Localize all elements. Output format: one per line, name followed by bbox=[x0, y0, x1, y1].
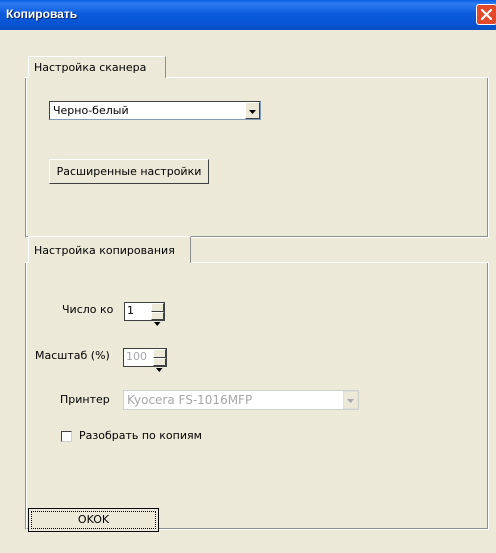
ok-button[interactable]: OKOK bbox=[28, 508, 159, 532]
copies-decrement-button[interactable] bbox=[151, 311, 164, 326]
color-mode-value: Черно-белый bbox=[53, 104, 129, 117]
scale-decrement-button[interactable] bbox=[153, 357, 166, 372]
copies-value: 1 bbox=[127, 304, 134, 317]
collate-label: Разобрать по копиям bbox=[79, 429, 202, 442]
scale-increment-button[interactable] bbox=[153, 349, 166, 363]
advanced-settings-label: Расширенные настройки bbox=[56, 165, 202, 178]
copies-label: Число ко bbox=[62, 303, 114, 316]
scale-stepper[interactable]: 100 bbox=[123, 348, 167, 372]
printer-value: Kyocera FS-1016MFP bbox=[127, 393, 253, 407]
chevron-down-icon bbox=[249, 110, 256, 114]
dialog-body: Настройка сканера Черно-белый Расширенны… bbox=[3, 30, 496, 553]
printer-dropdown-button[interactable] bbox=[343, 391, 358, 409]
copy-dialog: Копировать Настройка сканера Черно-белый… bbox=[0, 0, 496, 553]
advanced-settings-button[interactable]: Расширенные настройки bbox=[49, 159, 209, 184]
close-button[interactable] bbox=[476, 4, 496, 25]
ok-button-label: OKOK bbox=[77, 513, 110, 526]
scale-value: 100 bbox=[126, 350, 147, 363]
copies-increment-button[interactable] bbox=[151, 303, 164, 317]
printer-label: Принтер bbox=[60, 393, 110, 406]
printer-select[interactable]: Kyocera FS-1016MFP bbox=[123, 390, 359, 410]
color-mode-dropdown-button[interactable] bbox=[245, 102, 260, 119]
arrow-down-icon bbox=[154, 321, 161, 326]
tab-copy-settings-label: Настройка копирования bbox=[34, 244, 175, 257]
title-bar[interactable]: Копировать bbox=[0, 0, 496, 30]
color-mode-select[interactable]: Черно-белый bbox=[49, 101, 261, 120]
tab-copy-settings[interactable]: Настройка копирования bbox=[28, 236, 191, 263]
copies-stepper[interactable]: 1 bbox=[124, 302, 165, 326]
chevron-down-icon bbox=[347, 399, 354, 403]
tab-scanner-settings-label: Настройка сканера bbox=[34, 61, 147, 74]
scale-label: Масштаб (%) bbox=[35, 349, 110, 362]
collate-checkbox[interactable] bbox=[61, 431, 72, 442]
tab-scanner-settings[interactable]: Настройка сканера bbox=[28, 56, 166, 78]
arrow-down-icon bbox=[156, 367, 163, 372]
close-icon bbox=[480, 8, 493, 21]
window-title: Копировать bbox=[6, 7, 78, 21]
